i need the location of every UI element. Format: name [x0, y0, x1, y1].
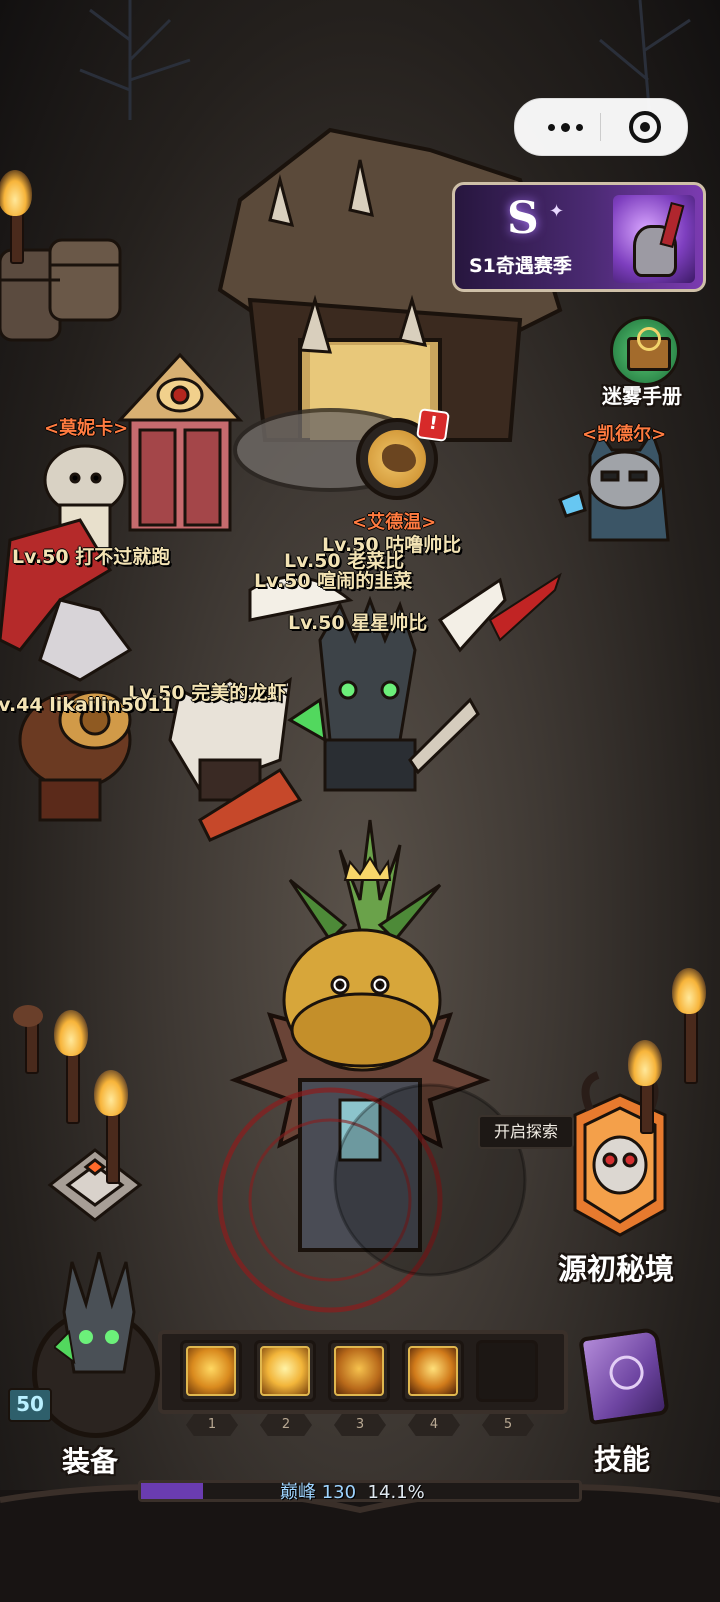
player-name-tag: Lv.44 likailin5011: [0, 694, 174, 716]
peak-exp-fill: [141, 1483, 203, 1499]
slot-number: 3: [334, 1414, 386, 1436]
slot-number: 5: [482, 1414, 534, 1436]
skill-book-button[interactable]: [566, 1326, 684, 1436]
slot-number: 1: [186, 1414, 238, 1436]
skill-slot-3[interactable]: [328, 1340, 390, 1402]
npc-name-monica[interactable]: <莫妮卡>: [44, 414, 128, 440]
miniprogram-capsule: [514, 98, 688, 156]
season-s-badge: S: [507, 193, 539, 244]
torch-flame: [672, 968, 706, 1014]
demon-summon-skill-icon: [408, 1346, 458, 1396]
skill-book-icon: [578, 1326, 670, 1426]
torch-flame: [94, 1070, 128, 1116]
season-label: S1奇遇赛季: [469, 255, 572, 277]
season-banner[interactable]: S ✦ S1奇遇赛季: [452, 182, 706, 292]
fog-manual-button[interactable]: 迷雾手册: [592, 316, 702, 416]
fog-manual-label: 迷雾手册: [602, 384, 682, 408]
more-dots-icon[interactable]: [535, 109, 595, 145]
torch-flame: [628, 1040, 662, 1086]
claw-skill-icon: [334, 1346, 384, 1396]
torch-flame: [54, 1010, 88, 1056]
skill-slot-2[interactable]: [254, 1340, 316, 1402]
player-name-tag: Lv.50 打不过就跑: [12, 546, 171, 568]
sparkle-icon: ✦: [549, 201, 565, 222]
player-name-tag: Lv.50 星星帅比: [288, 612, 428, 634]
skill-slot-5-empty[interactable]: [476, 1340, 538, 1402]
slot-number: 4: [408, 1414, 460, 1436]
game-scene: S ✦ S1奇遇赛季 迷雾手册 <莫妮卡> <凯德尔> <艾德温> ! Lv.5…: [0, 0, 720, 1602]
player-level-value: 50: [16, 1392, 44, 1416]
peak-label: 巅峰: [280, 1482, 316, 1503]
knight-helmet-icon: [613, 195, 695, 283]
skill-slot-4[interactable]: [402, 1340, 464, 1402]
hero-helmet-icon: [52, 1251, 144, 1392]
player-level-badge: 50: [8, 1388, 52, 1422]
manual-book-icon: [610, 316, 680, 386]
explore-tooltip-label: 开启探索: [493, 1122, 558, 1141]
skill-slot-1[interactable]: [180, 1340, 242, 1402]
peak-percent: 14.1%: [367, 1482, 425, 1503]
explore-tooltip[interactable]: 开启探索: [478, 1115, 574, 1149]
peak-info: 巅峰 130 14.1%: [280, 1478, 425, 1504]
equipment-label[interactable]: 装备: [62, 1440, 118, 1480]
torch: [13, 1005, 43, 1027]
peak-level: 130: [321, 1482, 357, 1503]
capsule-divider: [600, 113, 601, 141]
torch-flame: [0, 170, 32, 216]
skill-label[interactable]: 技能: [594, 1438, 650, 1478]
slash-skill-icon: [186, 1346, 236, 1396]
target-close-icon[interactable]: [629, 111, 661, 143]
player-name-tag: Lv.50 喧闹的韭菜: [254, 570, 413, 592]
slot-number: 2: [260, 1414, 312, 1436]
quest-alert-icon: !: [416, 408, 450, 442]
origin-realm-button[interactable]: 源初秘境: [558, 1246, 674, 1288]
wind-blade-skill-icon: [260, 1346, 310, 1396]
npc-name-kaider[interactable]: <凯德尔>: [582, 420, 666, 446]
